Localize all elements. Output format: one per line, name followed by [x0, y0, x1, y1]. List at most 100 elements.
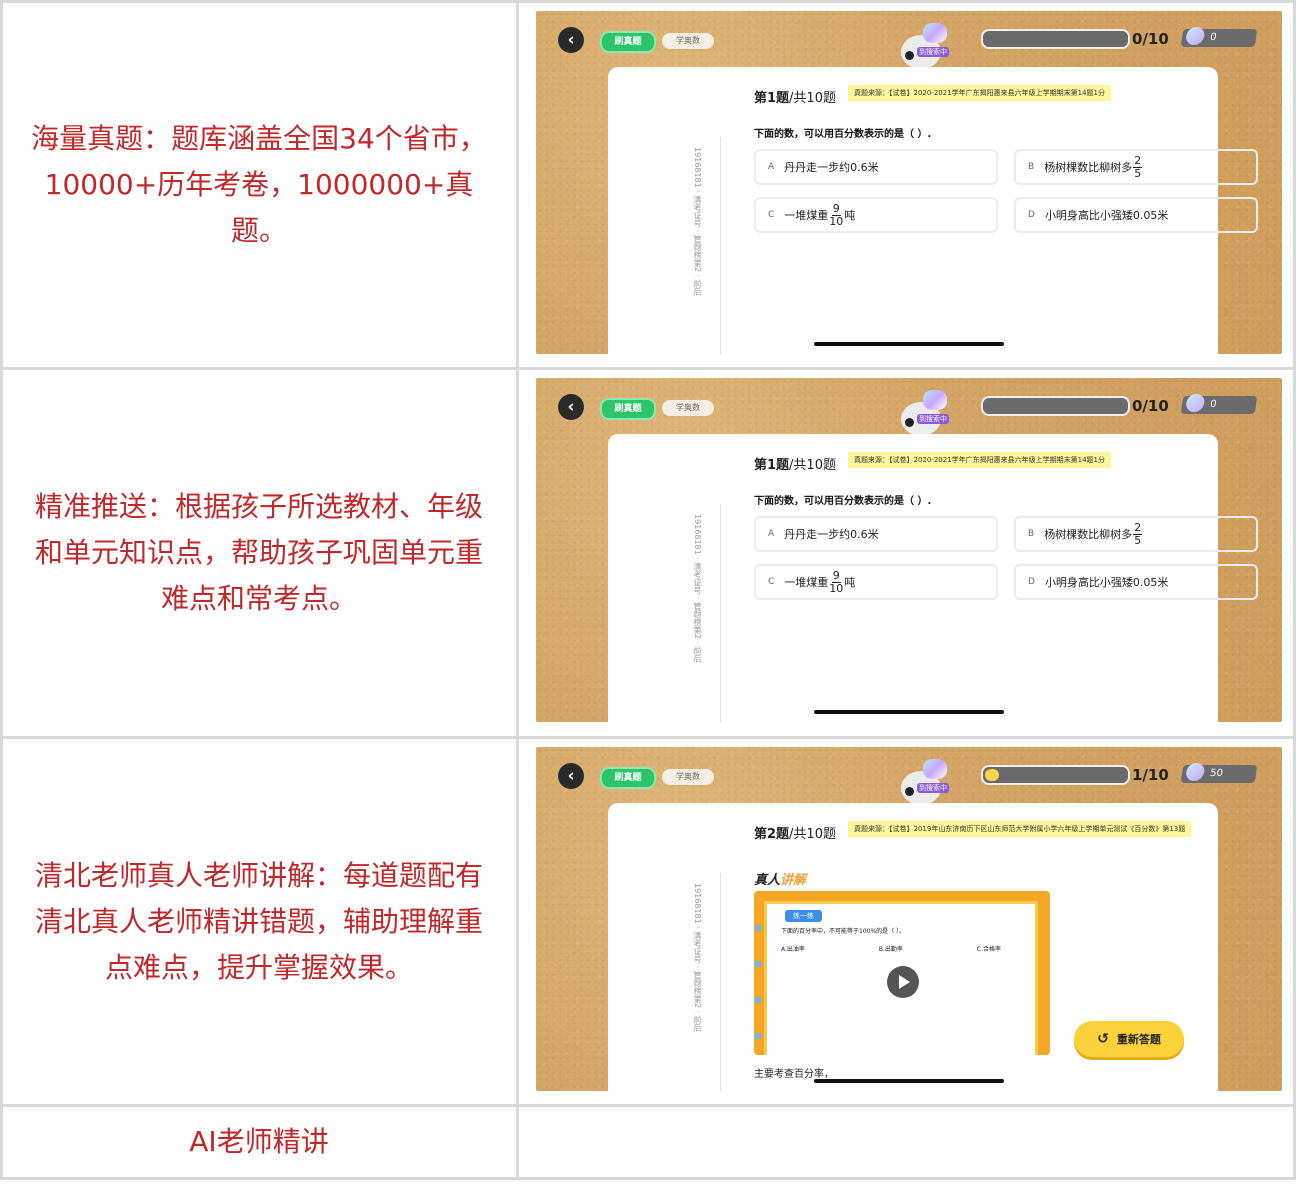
mascot-icon: 到搜索中	[901, 21, 961, 69]
gem-icon	[1185, 763, 1206, 781]
home-indicator	[814, 1079, 1004, 1083]
progress-label: 1/10	[1132, 766, 1169, 784]
video-option: A.出油率	[781, 946, 805, 953]
video-question: 下面的百分率中，不可能等于100%的是（ ）。	[781, 928, 906, 935]
gem-count: 50	[1209, 768, 1224, 779]
tab-real-exams[interactable]: 刷真题	[600, 767, 656, 789]
mascot-label: 到搜索中	[917, 414, 949, 424]
option-text: 一堆煤重	[784, 209, 829, 222]
home-indicator	[814, 342, 1004, 346]
tab-olympiad[interactable]: 学奥数	[662, 400, 714, 416]
progress-fill	[985, 769, 999, 781]
play-icon[interactable]	[887, 966, 919, 998]
mascot-icon: 到搜索中	[901, 757, 961, 805]
binder-ring	[754, 961, 762, 967]
explanation-title-a: 真人	[754, 873, 781, 888]
question-total: /共10题	[789, 91, 836, 106]
feature-description-4: AI老师精讲	[189, 1125, 329, 1158]
mascot-label: 到搜索中	[917, 783, 949, 793]
mascot-icon: 到搜索中	[901, 388, 961, 436]
app-screenshot-1: ‹ 刷真题 学奥数 到搜索中 0/10 0 19168181 · 清考证号 · …	[536, 11, 1282, 354]
feature-description-2: 精准推送：根据孩子所选教材、年级和单元知识点，帮助孩子巩固单元重难点和常考点。	[34, 490, 483, 615]
tab-olympiad[interactable]: 学奥数	[662, 769, 714, 785]
gem-counter: 0	[1180, 394, 1258, 414]
progress-bar	[981, 29, 1130, 49]
back-icon[interactable]: ‹	[558, 27, 584, 53]
option-c[interactable]: C 一堆煤重 9 10 吨	[754, 197, 998, 233]
fraction-denominator: 10	[829, 581, 844, 595]
top-bar: ‹ 刷真题 学奥数 到搜索中 1/10 50	[536, 747, 1282, 807]
option-a[interactable]: A 丹丹走一步约0.6米	[754, 516, 998, 552]
mascot-label: 到搜索中	[917, 47, 949, 57]
option-text: 杨树棵数比柳树多	[1044, 161, 1133, 174]
explanation-note: 主要考查百分率，	[754, 1069, 834, 1080]
option-suffix: 吨	[844, 209, 856, 222]
redo-button[interactable]: ↺ 重新答题	[1074, 1021, 1184, 1057]
side-info: 19168181 · 清考证号 · 管题榜第2 · 前后	[693, 147, 702, 296]
progress-bar	[981, 765, 1130, 785]
back-icon[interactable]: ‹	[558, 394, 584, 420]
option-a[interactable]: A 丹丹走一步约0.6米	[754, 149, 998, 185]
side-divider	[720, 137, 721, 354]
option-text: 小明身高比小强矮0.05米	[1044, 209, 1169, 222]
fraction-numerator: 9	[831, 201, 841, 216]
progress-label: 0/10	[1132, 30, 1169, 48]
gem-counter: 0	[1180, 27, 1258, 47]
video-tag: 练一练	[785, 910, 822, 922]
tab-olympiad[interactable]: 学奥数	[662, 33, 714, 49]
option-key: D	[1028, 210, 1035, 220]
gem-count: 0	[1209, 32, 1218, 43]
back-icon[interactable]: ‹	[558, 763, 584, 789]
home-indicator	[814, 710, 1004, 714]
question-text: 下面的数，可以用百分数表示的是（ ）.	[754, 496, 932, 507]
question-total: /共10题	[789, 458, 836, 473]
question-source: 真题来源：【试卷】2020-2021学年广东揭阳惠来县六年级上学期期末第14题1…	[848, 452, 1112, 468]
option-c[interactable]: C 一堆煤重 9 10 吨	[754, 564, 998, 600]
option-text: 丹丹走一步约0.6米	[784, 528, 879, 541]
question-card: 19168181 · 清考证号 · 管题榜第2 · 前后 第1题/共10题 真题…	[608, 434, 1258, 722]
option-b[interactable]: B 杨树棵数比柳树多 2 5	[1014, 149, 1258, 185]
question-card: 19168181 · 清考证号 · 管题榜第2 · 前后 第1题/共10题 真题…	[608, 67, 1258, 354]
progress-bar	[981, 396, 1130, 416]
video-options: A.出油率 B.出勤率 C.合格率	[781, 944, 1001, 953]
option-key: A	[768, 162, 775, 172]
option-key: C	[768, 577, 775, 587]
fraction: 9 10	[829, 568, 844, 595]
fraction: 25	[1133, 153, 1143, 180]
option-text: 丹丹走一步约0.6米	[784, 161, 879, 174]
question-card: 19168181 · 清考证号 · 管题榜第2 · 前后 第2题/共10题 真题…	[608, 803, 1218, 1091]
option-key: C	[768, 210, 775, 220]
progress-label: 0/10	[1132, 397, 1169, 415]
app-screenshot-2: ‹ 刷真题 学奥数 到搜索中 0/10 0 19168181 · 清考证号 · …	[536, 378, 1282, 722]
feature-description-3: 清北老师真人老师讲解：每道题配有清北真人老师精讲错题，辅助理解重点难点，提升掌握…	[34, 858, 483, 984]
option-key: D	[1028, 577, 1035, 587]
option-b[interactable]: B 杨树棵数比柳树多 2 5	[1014, 516, 1258, 552]
row-divider	[0, 1177, 1296, 1180]
option-text: 一堆煤重	[784, 576, 829, 589]
option-text: 小明身高比小强矮0.05米	[1044, 576, 1169, 589]
binder-ring	[754, 997, 762, 1003]
video-player[interactable]: 练一练 下面的百分率中，不可能等于100%的是（ ）。 A.出油率 B.出勤率 …	[754, 891, 1050, 1055]
fraction-denominator: 5	[1134, 166, 1142, 180]
side-info: 19168181 · 清考证号 · 管题榜第2 · 前后	[693, 883, 702, 1032]
video-option: B.出勤率	[878, 946, 903, 953]
explanation-title: 真人讲解	[754, 869, 806, 888]
fraction-numerator: 2	[1133, 153, 1143, 168]
redo-label: 重新答题	[1116, 1033, 1161, 1046]
option-d[interactable]: D 小明身高比小强矮0.05米	[1014, 564, 1258, 600]
question-source: 真题来源：【试卷】2020-2021学年广东揭阳惠来县六年级上学期期末第14题1…	[848, 85, 1112, 101]
redo-icon: ↺	[1097, 1031, 1109, 1047]
side-divider	[720, 504, 721, 722]
fraction-numerator: 9	[831, 568, 841, 583]
gem-icon	[1185, 394, 1206, 412]
tab-real-exams[interactable]: 刷真题	[600, 398, 656, 420]
binder-ring	[754, 1033, 762, 1039]
question-text: 下面的数，可以用百分数表示的是（ ）.	[754, 129, 932, 140]
option-suffix: 吨	[844, 576, 856, 589]
tab-real-exams[interactable]: 刷真题	[600, 31, 656, 53]
side-divider	[720, 873, 721, 1091]
gem-count: 0	[1209, 399, 1218, 410]
option-d[interactable]: D 小明身高比小强矮0.05米	[1014, 197, 1258, 233]
top-bar: ‹ 刷真题 学奥数 到搜索中 0/10 0	[536, 11, 1282, 71]
option-key: B	[1028, 162, 1035, 172]
